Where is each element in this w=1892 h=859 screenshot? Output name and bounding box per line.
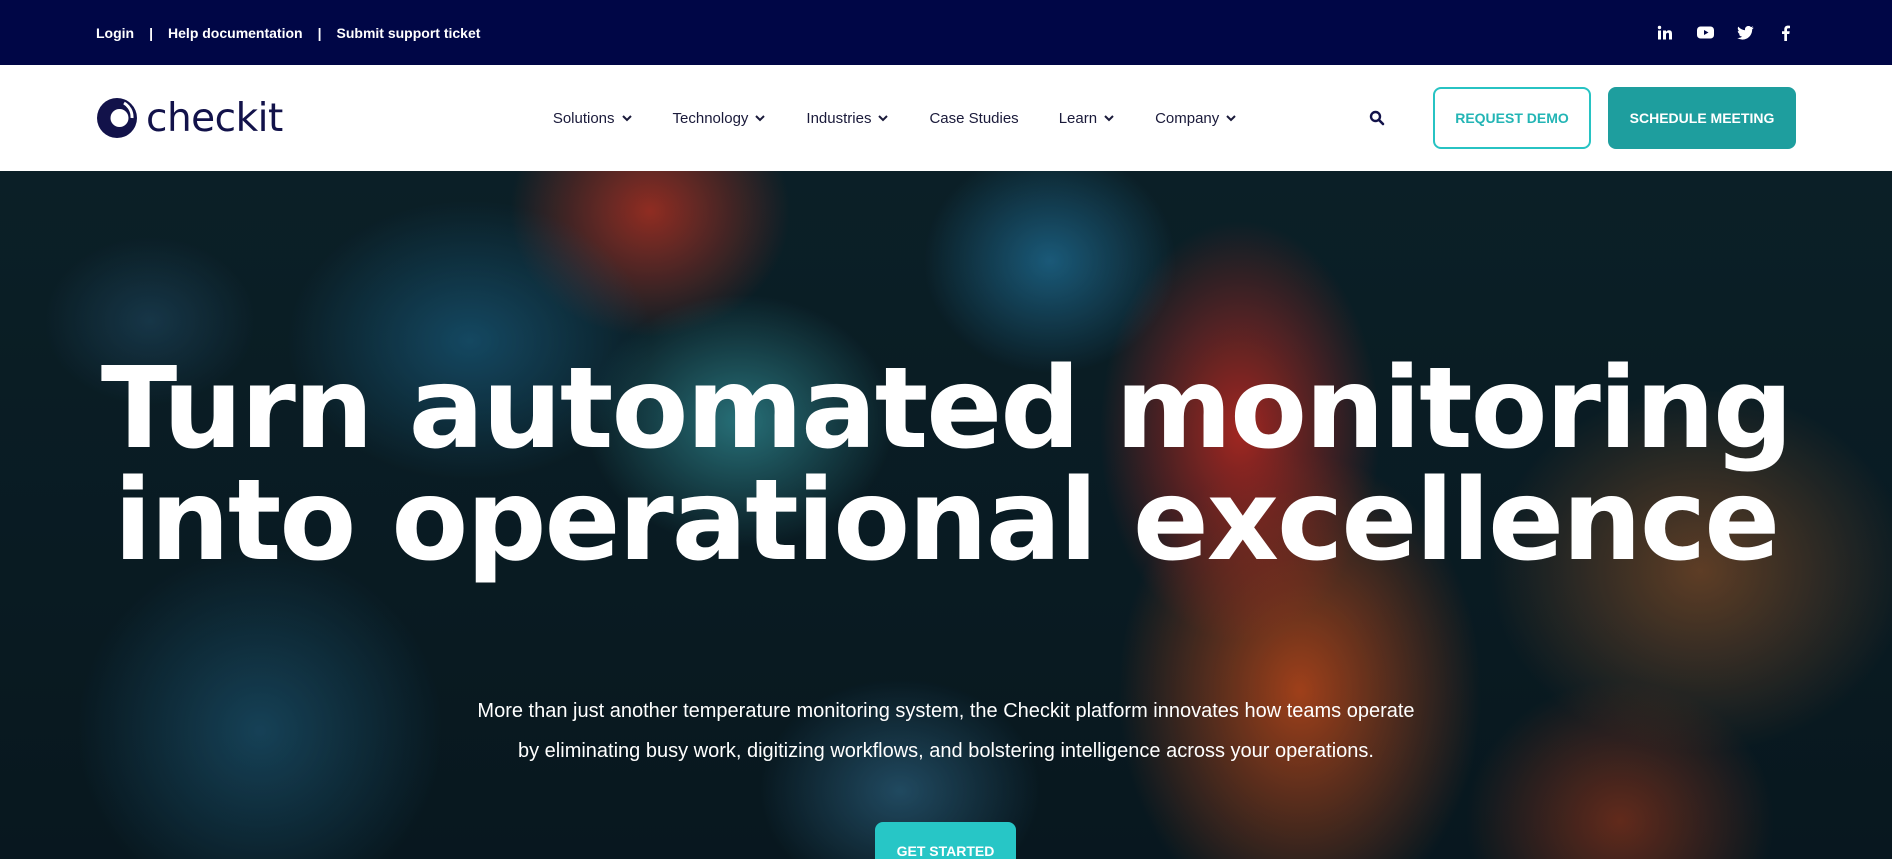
menu-learn[interactable]: Learn — [1059, 110, 1115, 127]
logo-text: checkit — [146, 95, 283, 141]
separator: | — [149, 24, 154, 41]
chevron-down-icon — [621, 115, 632, 122]
hero-title: Turn automated monitoring into operation… — [0, 353, 1892, 577]
chevron-down-icon — [755, 115, 766, 122]
menu-label: Technology — [672, 109, 749, 127]
request-demo-button[interactable]: REQUEST DEMO — [1433, 87, 1591, 149]
social-links — [1656, 24, 1794, 42]
login-link[interactable]: Login — [96, 25, 134, 41]
help-documentation-link[interactable]: Help documentation — [168, 25, 303, 41]
hero-subtitle-line: by eliminating busy work, digitizing wor… — [518, 740, 1374, 762]
utility-links: Login | Help documentation | Submit supp… — [96, 25, 480, 41]
menu-label: Solutions — [552, 109, 615, 127]
hero-subtitle-line: More than just another temperature monit… — [477, 700, 1415, 722]
checkit-logo[interactable]: checkit — [96, 96, 283, 141]
menu-technology[interactable]: Technology — [673, 110, 767, 127]
hero-title-line: into operational excellence — [113, 456, 1780, 586]
checkit-logo-mark-icon — [97, 98, 137, 138]
menu-label: Industries — [806, 109, 872, 127]
top-utility-bar: Login | Help documentation | Submit supp… — [0, 0, 1892, 65]
youtube-icon[interactable] — [1696, 24, 1714, 42]
submit-support-ticket-link[interactable]: Submit support ticket — [337, 25, 481, 41]
menu-solutions[interactable]: Solutions — [553, 110, 633, 127]
facebook-icon[interactable] — [1776, 24, 1794, 42]
chevron-down-icon — [1104, 115, 1114, 122]
chevron-down-icon — [1226, 115, 1236, 122]
menu-industries[interactable]: Industries — [806, 110, 889, 127]
menu-label: Company — [1155, 109, 1220, 127]
linkedin-icon[interactable] — [1656, 24, 1674, 42]
menu-label: Case Studies — [929, 109, 1019, 127]
separator: | — [317, 24, 322, 41]
nav-actions: REQUEST DEMO SCHEDULE MEETING — [1367, 87, 1796, 149]
search-button[interactable] — [1367, 108, 1387, 128]
twitter-icon[interactable] — [1736, 24, 1754, 42]
schedule-meeting-button[interactable]: SCHEDULE MEETING — [1608, 87, 1796, 149]
chevron-down-icon — [878, 115, 889, 122]
hero-subtitle: More than just another temperature monit… — [0, 691, 1892, 771]
menu-case-studies[interactable]: Case Studies — [929, 110, 1018, 127]
hero-section: Turn automated monitoring into operation… — [0, 171, 1892, 859]
search-icon — [1369, 110, 1385, 126]
main-navbar: checkit Solutions Technology Industries … — [0, 65, 1892, 171]
get-started-button[interactable]: GET STARTED — [875, 822, 1016, 859]
primary-menu: Solutions Technology Industries Case Stu… — [553, 110, 1277, 127]
hero-title-line: Turn automated monitoring — [100, 344, 1793, 474]
menu-label: Learn — [1058, 109, 1098, 127]
menu-company[interactable]: Company — [1155, 110, 1237, 127]
